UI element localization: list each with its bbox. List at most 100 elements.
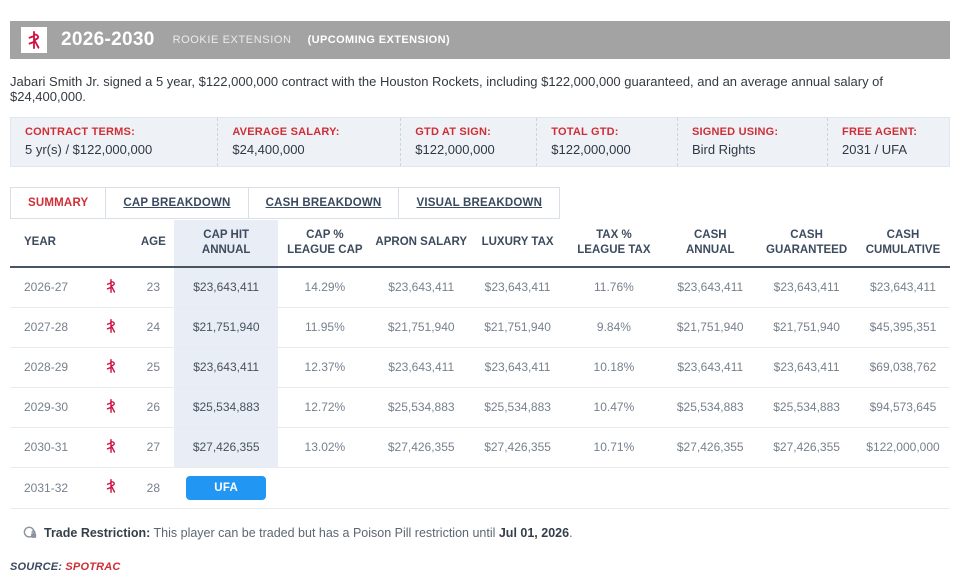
cell-cap-hit: $25,534,883 (174, 387, 277, 427)
table-body: 2026-27 23$23,643,41114.29%$23,643,411$2… (10, 267, 950, 509)
contract-page: 2026-2030 ROOKIE EXTENSION (UPCOMING EXT… (10, 0, 950, 573)
cell-cash-annual: $23,643,411 (663, 267, 757, 308)
contract-term-value: 2031 / UFA (842, 142, 949, 157)
cell-age: 27 (132, 427, 174, 467)
breakdown-tabs: SUMMARY CAP BREAKDOWN CASH BREAKDOWN VIS… (10, 187, 950, 219)
cell-luxury: $23,643,411 (471, 347, 565, 387)
contract-status: (UPCOMING EXTENSION) (308, 34, 450, 46)
cell-apron: $27,426,355 (372, 427, 471, 467)
cell-tax-pct: 10.47% (565, 387, 664, 427)
houston-rockets-icon (104, 439, 118, 453)
contract-term: FREE AGENT: 2031 / UFA (827, 118, 949, 166)
cell-team-logo (90, 467, 132, 508)
cell-tax-pct: 9.84% (565, 307, 664, 347)
column-header: LUXURY TAX (471, 220, 565, 267)
houston-rockets-icon (104, 319, 118, 333)
tab-summary[interactable]: SUMMARY (10, 187, 106, 219)
source-line: SOURCE: SPOTRAC (10, 561, 950, 573)
cell-tax-pct (565, 467, 664, 508)
cell-cap-hit: $23,643,411 (174, 267, 277, 308)
cell-cap-pct: 14.29% (278, 267, 372, 308)
cell-cash-annual: $21,751,940 (663, 307, 757, 347)
cell-cash-gtd: $25,534,883 (757, 387, 856, 427)
cell-cap-pct: 11.95% (278, 307, 372, 347)
cell-luxury (471, 467, 565, 508)
cell-tax-pct: 10.71% (565, 427, 664, 467)
cell-cash-gtd: $27,426,355 (757, 427, 856, 467)
table-row: 2026-27 23$23,643,41114.29%$23,643,411$2… (10, 267, 950, 308)
cell-cash-gtd: $21,751,940 (757, 307, 856, 347)
contract-term-value: $122,000,000 (415, 142, 536, 157)
column-header: APRON SALARY (372, 220, 471, 267)
ufa-button[interactable]: UFA (186, 476, 266, 500)
cell-cash-cum: $23,643,411 (856, 267, 950, 308)
cell-apron: $23,643,411 (372, 347, 471, 387)
contract-type: ROOKIE EXTENSION (173, 34, 292, 46)
table-row: 2029-30 26$25,534,88312.72%$25,534,883$2… (10, 387, 950, 427)
contract-title-bar: 2026-2030 ROOKIE EXTENSION (UPCOMING EXT… (10, 21, 950, 59)
contract-term-label: AVERAGE SALARY: (232, 126, 400, 138)
contract-term: TOTAL GTD: $122,000,000 (536, 118, 677, 166)
cell-luxury: $21,751,940 (471, 307, 565, 347)
contract-term-label: CONTRACT TERMS: (25, 126, 217, 138)
tab-cap-breakdown[interactable]: CAP BREAKDOWN (105, 187, 248, 219)
column-header: CASH ANNUAL (663, 220, 757, 267)
contract-terms-strip: CONTRACT TERMS: 5 yr(s) / $122,000,000 A… (10, 117, 950, 167)
tab-visual-breakdown[interactable]: VISUAL BREAKDOWN (398, 187, 560, 219)
source-link[interactable]: SPOTRAC (65, 561, 120, 573)
cell-age: 23 (132, 267, 174, 308)
cell-cash-gtd: $23,643,411 (757, 267, 856, 308)
cell-luxury: $23,643,411 (471, 267, 565, 308)
cell-cash-cum: $122,000,000 (856, 427, 950, 467)
cell-year: 2027-28 (10, 307, 90, 347)
cell-cap-pct: 13.02% (278, 427, 372, 467)
contract-term-value: 5 yr(s) / $122,000,000 (25, 142, 217, 157)
cell-cap-hit: $23,643,411 (174, 347, 277, 387)
cell-cash-cum (856, 467, 950, 508)
cell-apron (372, 467, 471, 508)
cell-cash-gtd: $23,643,411 (757, 347, 856, 387)
column-header: CAP HIT ANNUAL (174, 220, 277, 267)
cell-cap-hit: UFA (174, 467, 277, 508)
column-header: CASH GUARANTEED (757, 220, 856, 267)
contract-term-value: Bird Rights (692, 142, 827, 157)
table-row: 2028-29 25$23,643,41112.37%$23,643,411$2… (10, 347, 950, 387)
cell-cash-annual: $25,534,883 (663, 387, 757, 427)
contract-breakdown-table: YEARAGECAP HIT ANNUALCAP % LEAGUE CAPAPR… (10, 220, 950, 509)
table-row: 2030-31 27$27,426,35513.02%$27,426,355$2… (10, 427, 950, 467)
contract-term-value: $24,400,000 (232, 142, 400, 157)
cell-cash-annual: $27,426,355 (663, 427, 757, 467)
cell-year: 2030-31 (10, 427, 90, 467)
cell-apron: $25,534,883 (372, 387, 471, 427)
cell-team-logo (90, 427, 132, 467)
contract-term: CONTRACT TERMS: 5 yr(s) / $122,000,000 (11, 118, 217, 166)
houston-rockets-icon (104, 359, 118, 373)
cell-team-logo (90, 347, 132, 387)
column-header: YEAR (10, 220, 90, 267)
column-header: TAX % LEAGUE TAX (565, 220, 664, 267)
cell-team-logo (90, 307, 132, 347)
cell-cash-annual (663, 467, 757, 508)
cell-apron: $23,643,411 (372, 267, 471, 308)
houston-rockets-icon (104, 399, 118, 413)
cell-cash-annual: $23,643,411 (663, 347, 757, 387)
houston-rockets-icon (25, 31, 43, 49)
cell-cap-pct: 12.72% (278, 387, 372, 427)
cell-cap-pct (278, 467, 372, 508)
contract-term-label: TOTAL GTD: (551, 126, 677, 138)
tab-cash-breakdown[interactable]: CASH BREAKDOWN (248, 187, 400, 219)
cell-year: 2029-30 (10, 387, 90, 427)
cell-team-logo (90, 267, 132, 308)
trade-restriction-icon (23, 526, 38, 540)
contract-term-value: $122,000,000 (551, 142, 677, 157)
trade-restriction-note: Trade Restriction: This player can be tr… (10, 526, 950, 540)
cell-year: 2031-32 (10, 467, 90, 508)
column-header: CAP % LEAGUE CAP (278, 220, 372, 267)
cell-team-logo (90, 387, 132, 427)
contract-term: SIGNED USING: Bird Rights (677, 118, 827, 166)
table-header-row: YEARAGECAP HIT ANNUALCAP % LEAGUE CAPAPR… (10, 220, 950, 267)
cell-year: 2026-27 (10, 267, 90, 308)
cell-cap-hit: $21,751,940 (174, 307, 277, 347)
houston-rockets-icon (104, 279, 118, 293)
cell-tax-pct: 10.18% (565, 347, 664, 387)
